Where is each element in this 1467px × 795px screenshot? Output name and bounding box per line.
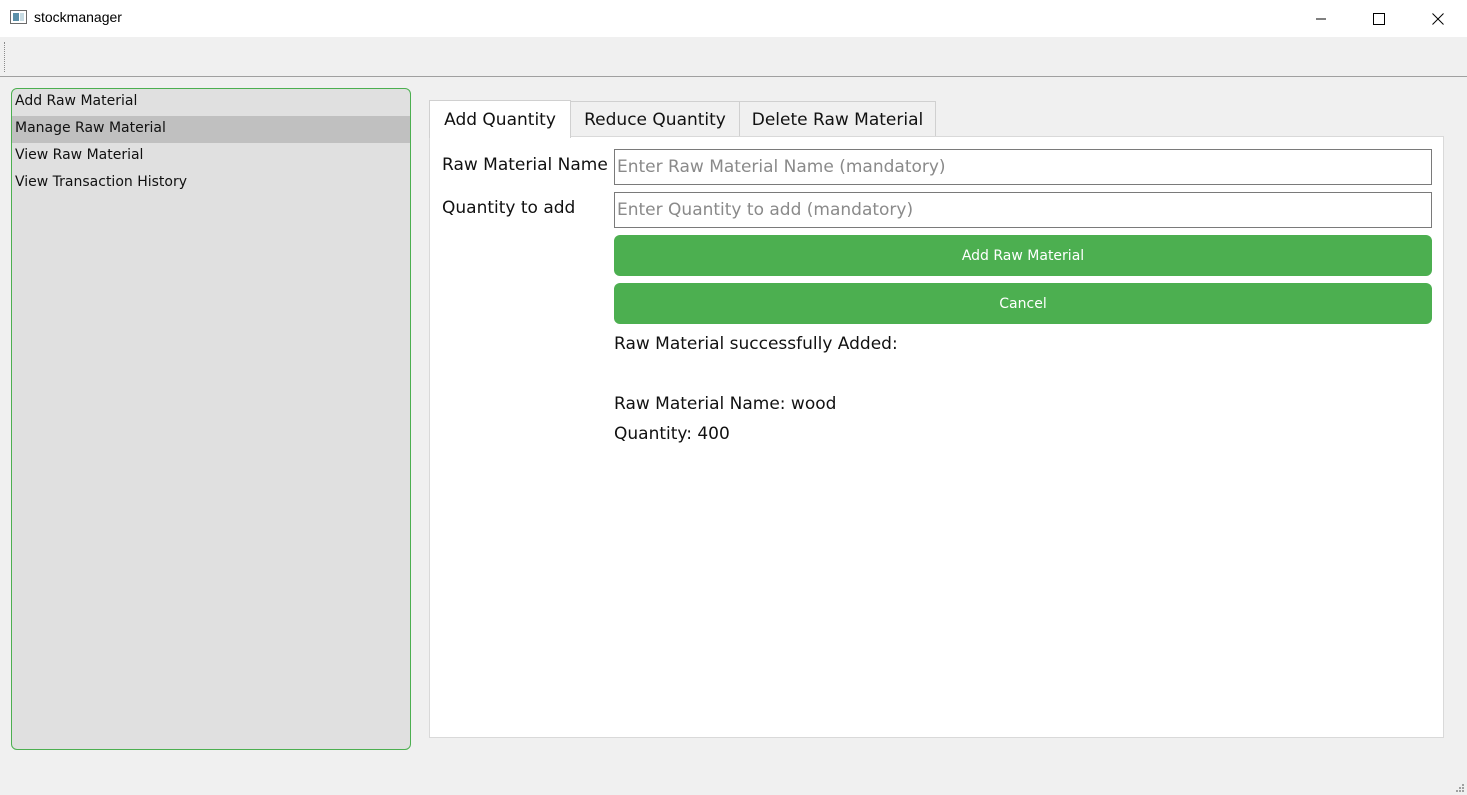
- app-icon: [10, 10, 27, 24]
- maximize-button[interactable]: [1350, 0, 1408, 37]
- toolbar: [0, 37, 1467, 77]
- add-quantity-panel: Raw Material Name Quantity to add Add Ra…: [429, 136, 1444, 738]
- status-material-name: Raw Material Name: wood: [614, 394, 837, 414]
- status-heading: Raw Material successfully Added:: [614, 334, 898, 354]
- status-quantity: Quantity: 400: [614, 424, 730, 444]
- sidebar-item-add-raw-material[interactable]: Add Raw Material: [12, 89, 410, 116]
- tab-reduce-quantity[interactable]: Reduce Quantity: [570, 101, 740, 137]
- minimize-icon: [1316, 18, 1326, 19]
- quantity-to-add-input[interactable]: [614, 192, 1432, 228]
- minimize-button[interactable]: [1292, 0, 1350, 37]
- maximize-icon: [1373, 12, 1385, 25]
- sidebar-item-view-transaction-history[interactable]: View Transaction History: [12, 170, 410, 197]
- sidebar-item-manage-raw-material[interactable]: Manage Raw Material: [12, 116, 410, 143]
- tab-add-quantity[interactable]: Add Quantity: [429, 100, 571, 138]
- raw-material-name-label: Raw Material Name: [442, 155, 608, 175]
- sidebar-nav: Add Raw Material Manage Raw Material Vie…: [11, 88, 411, 750]
- tab-delete-raw-material[interactable]: Delete Raw Material: [739, 101, 936, 137]
- close-icon: [1432, 12, 1444, 25]
- cancel-button[interactable]: Cancel: [614, 283, 1432, 324]
- toolbar-grip-handle[interactable]: [4, 42, 6, 72]
- close-button[interactable]: [1409, 0, 1467, 37]
- quantity-to-add-label: Quantity to add: [442, 198, 576, 218]
- add-raw-material-button[interactable]: Add Raw Material: [614, 235, 1432, 276]
- resize-grip-handle[interactable]: [1454, 782, 1464, 792]
- sidebar-item-view-raw-material[interactable]: View Raw Material: [12, 143, 410, 170]
- raw-material-name-input[interactable]: [614, 149, 1432, 185]
- title-bar: stockmanager: [0, 0, 1467, 37]
- window-title: stockmanager: [34, 9, 122, 25]
